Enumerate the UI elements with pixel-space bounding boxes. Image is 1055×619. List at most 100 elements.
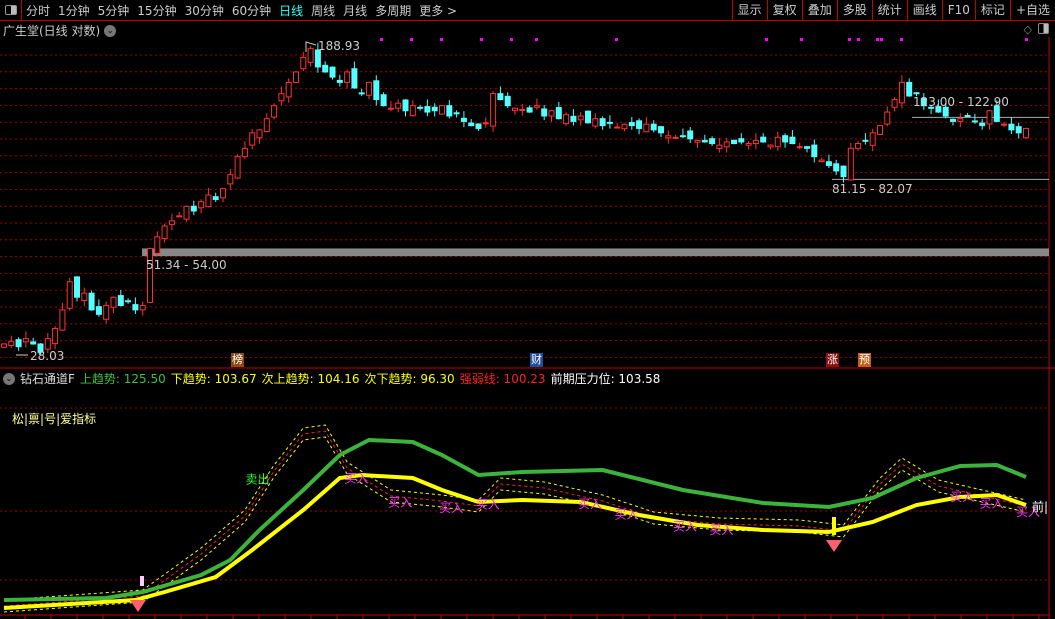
signal-dot <box>880 38 883 41</box>
candle <box>592 118 599 127</box>
candle <box>658 126 664 134</box>
candle <box>585 110 591 124</box>
candle <box>431 106 438 112</box>
candle <box>774 136 781 148</box>
candle <box>176 215 183 218</box>
candle <box>840 165 847 178</box>
buy-signal-label: 买入 <box>709 523 733 537</box>
zone-label: 123.00 - 122.90 <box>913 95 1009 109</box>
candle <box>417 106 424 109</box>
buy-signal-label: 买入 <box>388 496 412 510</box>
event-marker-cai[interactable]: 财 <box>530 353 543 367</box>
indicator-legend-item: 前期压力位: 103.58 <box>550 372 661 386</box>
candle <box>621 123 628 130</box>
indicator-header: ⌄ 钻石通道F 上趋势: 125.50 下趋势: 103.67 次上趋势: 104.… <box>3 370 660 387</box>
candle <box>548 110 555 117</box>
candle <box>358 92 365 95</box>
candle <box>519 108 526 111</box>
candle <box>533 105 540 108</box>
buy-signal-label: 买入 <box>673 520 697 534</box>
signal-dot <box>1025 38 1028 41</box>
candle <box>132 304 139 311</box>
candle <box>285 81 292 98</box>
signal-dot <box>900 38 903 41</box>
candle <box>796 146 803 149</box>
candle <box>190 205 197 212</box>
candle <box>650 123 657 131</box>
candle <box>468 122 475 127</box>
indicator-legend-item: 次下趋势: 96.30 <box>364 372 455 386</box>
signal-dot <box>380 38 383 41</box>
candle <box>614 126 621 129</box>
candle <box>526 107 533 113</box>
candle <box>329 66 336 78</box>
candle <box>198 201 205 209</box>
candle <box>986 110 993 125</box>
candle <box>59 309 66 331</box>
candle <box>913 92 920 95</box>
candle <box>643 123 650 133</box>
candle <box>395 102 402 109</box>
candle <box>709 138 716 145</box>
candle <box>847 147 854 181</box>
candle <box>606 121 613 124</box>
indicator-legend-item: 次上趋势: 104.16 <box>261 372 360 386</box>
candle <box>220 188 226 199</box>
candle <box>256 129 263 139</box>
candle <box>139 305 146 311</box>
candle <box>825 161 832 166</box>
candle <box>15 339 22 348</box>
candle <box>117 295 124 307</box>
buy-signal-label: 买入 <box>950 490 974 504</box>
candle <box>716 144 723 149</box>
candle <box>263 118 270 133</box>
buy-signal-label: 买入 <box>615 507 639 521</box>
candle <box>789 136 796 145</box>
indicator-legend-item: 强弱线: 100.23 <box>459 372 546 386</box>
kline-chart[interactable]: 188.93 28.03 51.34 - 54.00 123.00 - 122.90 8… <box>0 0 1055 619</box>
candle <box>366 81 372 96</box>
event-marker-zhang[interactable]: 涨 <box>826 353 839 367</box>
candle <box>804 146 810 149</box>
candle <box>52 327 59 345</box>
candle <box>249 132 256 146</box>
candle <box>241 147 248 158</box>
low-label: 28.03 <box>30 349 64 363</box>
candle <box>373 80 380 101</box>
chevron-down-icon[interactable]: ⌄ <box>3 372 15 385</box>
candle <box>81 292 88 301</box>
event-marker-bang[interactable]: 榜 <box>231 353 244 367</box>
candle <box>738 138 745 143</box>
signal-bar <box>832 517 836 535</box>
indicator-name[interactable]: 钻石通道F <box>20 370 75 387</box>
candle <box>672 136 679 139</box>
signal-dot <box>480 38 483 41</box>
candle <box>475 123 482 129</box>
candle <box>541 108 548 117</box>
candle <box>351 68 358 89</box>
candle <box>570 115 577 122</box>
signal-bar <box>140 576 144 586</box>
signal-dot <box>800 38 803 41</box>
candle <box>336 79 343 83</box>
candle <box>833 163 840 172</box>
candle <box>424 106 431 113</box>
candle <box>161 225 168 239</box>
candle <box>234 156 241 179</box>
candle <box>110 296 117 308</box>
candle <box>344 71 351 83</box>
candle <box>767 144 774 148</box>
candle <box>628 122 635 127</box>
candle <box>679 135 686 138</box>
support-zone <box>142 248 1049 257</box>
candle <box>869 132 876 146</box>
signal-dot <box>440 38 443 41</box>
signal-dot <box>765 38 768 41</box>
candle <box>665 135 672 139</box>
event-marker-yu[interactable]: 预 <box>858 353 871 367</box>
candle <box>293 71 299 83</box>
candle <box>1023 127 1029 139</box>
candle <box>760 136 767 143</box>
candle <box>563 114 570 125</box>
diamond-icon <box>130 600 146 612</box>
